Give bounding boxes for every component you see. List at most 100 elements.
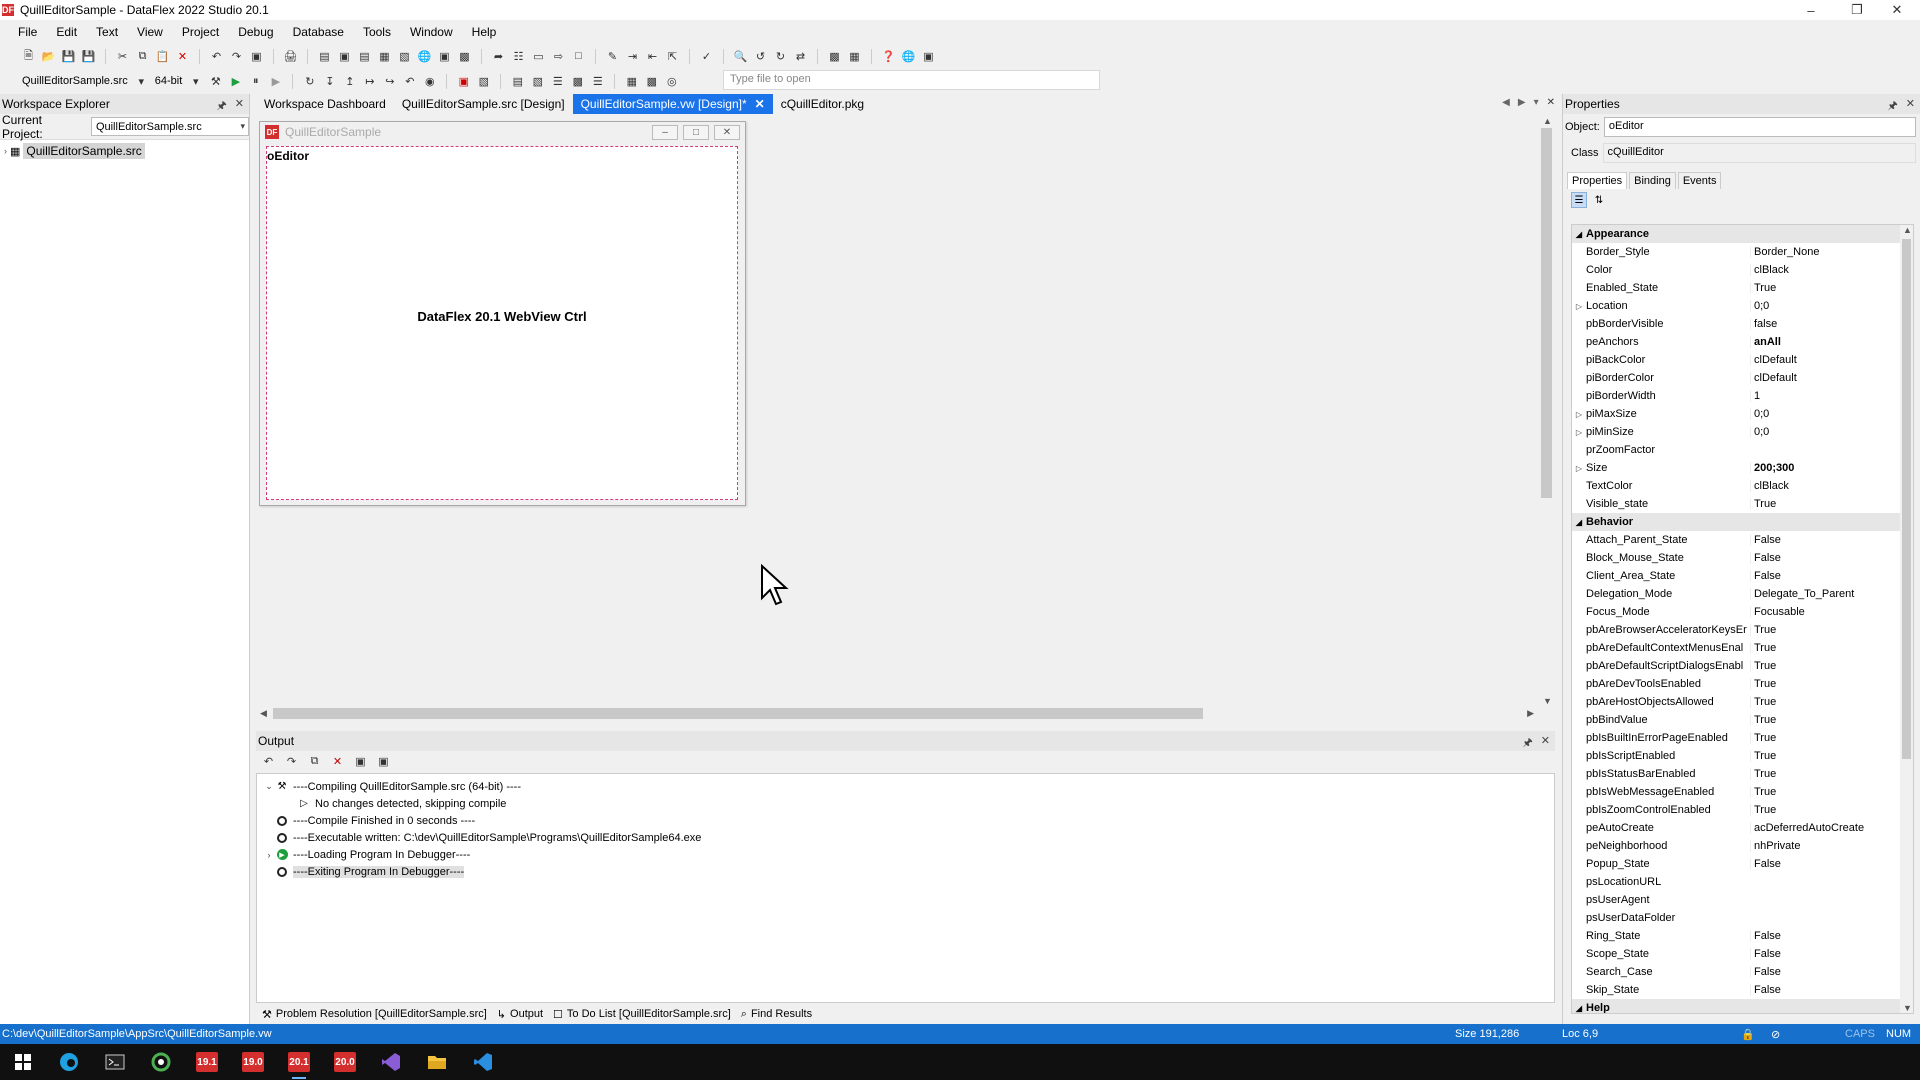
property-row[interactable]: peAutoCreate acDeferredAutoCreate — [1572, 819, 1913, 837]
taskbar-file-explorer[interactable] — [414, 1044, 460, 1080]
property-row[interactable]: Visible_state True — [1572, 495, 1913, 513]
sql-icon[interactable]: ◎ — [663, 73, 680, 90]
property-value[interactable]: True — [1750, 804, 1913, 816]
taskbar-vscode[interactable] — [460, 1044, 506, 1080]
scrollbar-thumb[interactable] — [1902, 239, 1911, 759]
close-document-icon[interactable]: ✕ — [1547, 97, 1555, 108]
property-value[interactable]: 0;0 — [1750, 426, 1913, 438]
menu-debug[interactable]: Debug — [238, 25, 273, 39]
expand-icon[interactable]: ▷ — [1572, 410, 1586, 419]
output-tab-to-do-list-quilleditorsample-src[interactable]: ☐ To Do List [QuillEditorSample.src] — [553, 1008, 731, 1021]
property-value[interactable]: False — [1750, 984, 1913, 996]
property-value[interactable]: nhPrivate — [1750, 840, 1913, 852]
close-icon[interactable]: ✕ — [1541, 734, 1550, 753]
property-row[interactable]: Block_Mouse_State False — [1572, 549, 1913, 567]
step-over-icon[interactable]: ↦ — [361, 73, 378, 90]
scroll-up-icon[interactable]: ▲ — [1543, 116, 1552, 126]
designer-horizontal-scrollbar[interactable]: ◀ ▶ — [256, 705, 1538, 722]
scrollbar-thumb[interactable] — [273, 708, 1203, 719]
property-value[interactable]: True — [1750, 642, 1913, 654]
continue-icon[interactable]: ▶ — [267, 73, 284, 90]
collapse-icon[interactable]: ◢ — [1572, 230, 1586, 239]
scroll-tabs-right-icon[interactable]: ▶ — [1518, 97, 1526, 108]
close-icon[interactable]: ✕ — [235, 97, 244, 116]
property-value[interactable]: Border_None — [1750, 246, 1913, 258]
property-value[interactable]: 0;0 — [1750, 408, 1913, 420]
close-icon[interactable]: ✕ — [1906, 97, 1915, 116]
chevron-down-icon[interactable]: ▾ — [133, 73, 150, 90]
property-row[interactable]: pbBindValue True — [1572, 711, 1913, 729]
cut-icon[interactable]: ✂ — [114, 48, 131, 65]
indent-icon[interactable]: ⇥ — [624, 48, 641, 65]
property-value[interactable]: False — [1750, 570, 1913, 582]
property-row[interactable]: ▷ piMinSize 0;0 — [1572, 423, 1913, 441]
taskbar-dataflex-20-0[interactable]: 20.0 — [322, 1044, 368, 1080]
property-value[interactable]: True — [1750, 768, 1913, 780]
undo-icon[interactable]: ↶ — [208, 48, 225, 65]
taskbar-windows-start[interactable] — [0, 1044, 46, 1080]
breakpoints-window-icon[interactable]: ▧ — [475, 73, 492, 90]
restart-icon[interactable]: ↻ — [301, 73, 318, 90]
property-row[interactable]: peAnchors anAll — [1572, 333, 1913, 351]
minimize-button[interactable]: – — [1788, 0, 1834, 20]
align-icon[interactable]: ▩ — [826, 48, 843, 65]
copy-icon[interactable]: ⧉ — [306, 753, 323, 770]
navigate-forward-icon[interactable]: ⇨ — [550, 48, 567, 65]
tab-properties[interactable]: Properties — [1567, 172, 1628, 189]
close-window-button[interactable]: ✕ — [1874, 0, 1920, 20]
property-value[interactable]: True — [1750, 498, 1913, 510]
call-stack-icon[interactable]: ☰ — [549, 73, 566, 90]
property-row[interactable]: Ring_State False — [1572, 927, 1913, 945]
property-value[interactable]: True — [1750, 678, 1913, 690]
file-open-input[interactable]: Type file to open — [723, 70, 1100, 90]
output-line[interactable]: ----Exiting Program In Debugger---- — [257, 863, 1554, 880]
help-icon[interactable]: ❓ — [880, 48, 897, 65]
collapse-icon[interactable]: ◢ — [1572, 1004, 1586, 1013]
step-out-icon[interactable]: ↥ — [341, 73, 358, 90]
tab-binding[interactable]: Binding — [1629, 172, 1676, 189]
property-row[interactable]: pbIsStatusBarEnabled True — [1572, 765, 1913, 783]
bookmark-icon[interactable]: ▭ — [530, 48, 547, 65]
property-value[interactable]: False — [1750, 948, 1913, 960]
property-value[interactable]: False — [1750, 534, 1913, 546]
arrange-icon[interactable]: ▦ — [846, 48, 863, 65]
property-row[interactable]: pbIsScriptEnabled True — [1572, 747, 1913, 765]
property-value[interactable]: Delegate_To_Parent — [1750, 588, 1913, 600]
expand-icon[interactable]: ▷ — [1572, 428, 1586, 437]
taskbar-edge[interactable] — [46, 1044, 92, 1080]
scroll-tabs-left-icon[interactable]: ◀ — [1502, 97, 1510, 108]
close-tab-icon[interactable]: ✕ — [755, 97, 765, 111]
property-row[interactable]: Enabled_State True — [1572, 279, 1913, 297]
find-next-icon[interactable]: ↻ — [772, 48, 789, 65]
report-icon[interactable]: ▦ — [376, 48, 393, 65]
taskbar-dataflex-20-1[interactable]: 20.1 — [276, 1044, 322, 1080]
expand-all-icon[interactable]: ▣ — [375, 753, 392, 770]
output-line[interactable]: › ▶ ----Loading Program In Debugger---- — [257, 846, 1554, 863]
step-into-icon[interactable]: ↧ — [321, 73, 338, 90]
scrollbar-thumb[interactable] — [1541, 128, 1552, 498]
property-row[interactable]: peNeighborhood nhPrivate — [1572, 837, 1913, 855]
property-value[interactable]: 0;0 — [1750, 300, 1913, 312]
tab-events[interactable]: Events — [1677, 172, 1722, 189]
menu-project[interactable]: Project — [182, 25, 219, 39]
property-row[interactable]: pbAreHostObjectsAllowed True — [1572, 693, 1913, 711]
webview-control[interactable]: oEditor DataFlex 20.1 WebView Ctrl — [266, 146, 738, 500]
property-value[interactable]: False — [1750, 966, 1913, 978]
property-row[interactable]: pbIsWebMessageEnabled True — [1572, 783, 1913, 801]
outdent-icon[interactable]: ⇤ — [644, 48, 661, 65]
pin-icon[interactable]: 🖈 — [1888, 97, 1898, 116]
previous-message-icon[interactable]: ↶ — [260, 753, 277, 770]
taskbar-visual-studio[interactable] — [368, 1044, 414, 1080]
taskbar-dataflex-19-0[interactable]: 19.0 — [230, 1044, 276, 1080]
wizard-icon[interactable]: ▩ — [456, 48, 473, 65]
output-tab-find-results[interactable]: ⌕ Find Results — [741, 1008, 812, 1021]
open-folder-icon[interactable]: 📂 — [40, 48, 57, 65]
property-value[interactable]: clBlack — [1750, 480, 1913, 492]
spell-check-icon[interactable]: ✓ — [698, 48, 715, 65]
property-row[interactable]: TextColor clBlack — [1572, 477, 1913, 495]
property-value[interactable]: clBlack — [1750, 264, 1913, 276]
property-row[interactable]: psLocationURL — [1572, 873, 1913, 891]
property-value[interactable]: acDeferredAutoCreate — [1750, 822, 1913, 834]
collapse-all-icon[interactable]: ▣ — [352, 753, 369, 770]
database-icon[interactable]: ▣ — [436, 48, 453, 65]
